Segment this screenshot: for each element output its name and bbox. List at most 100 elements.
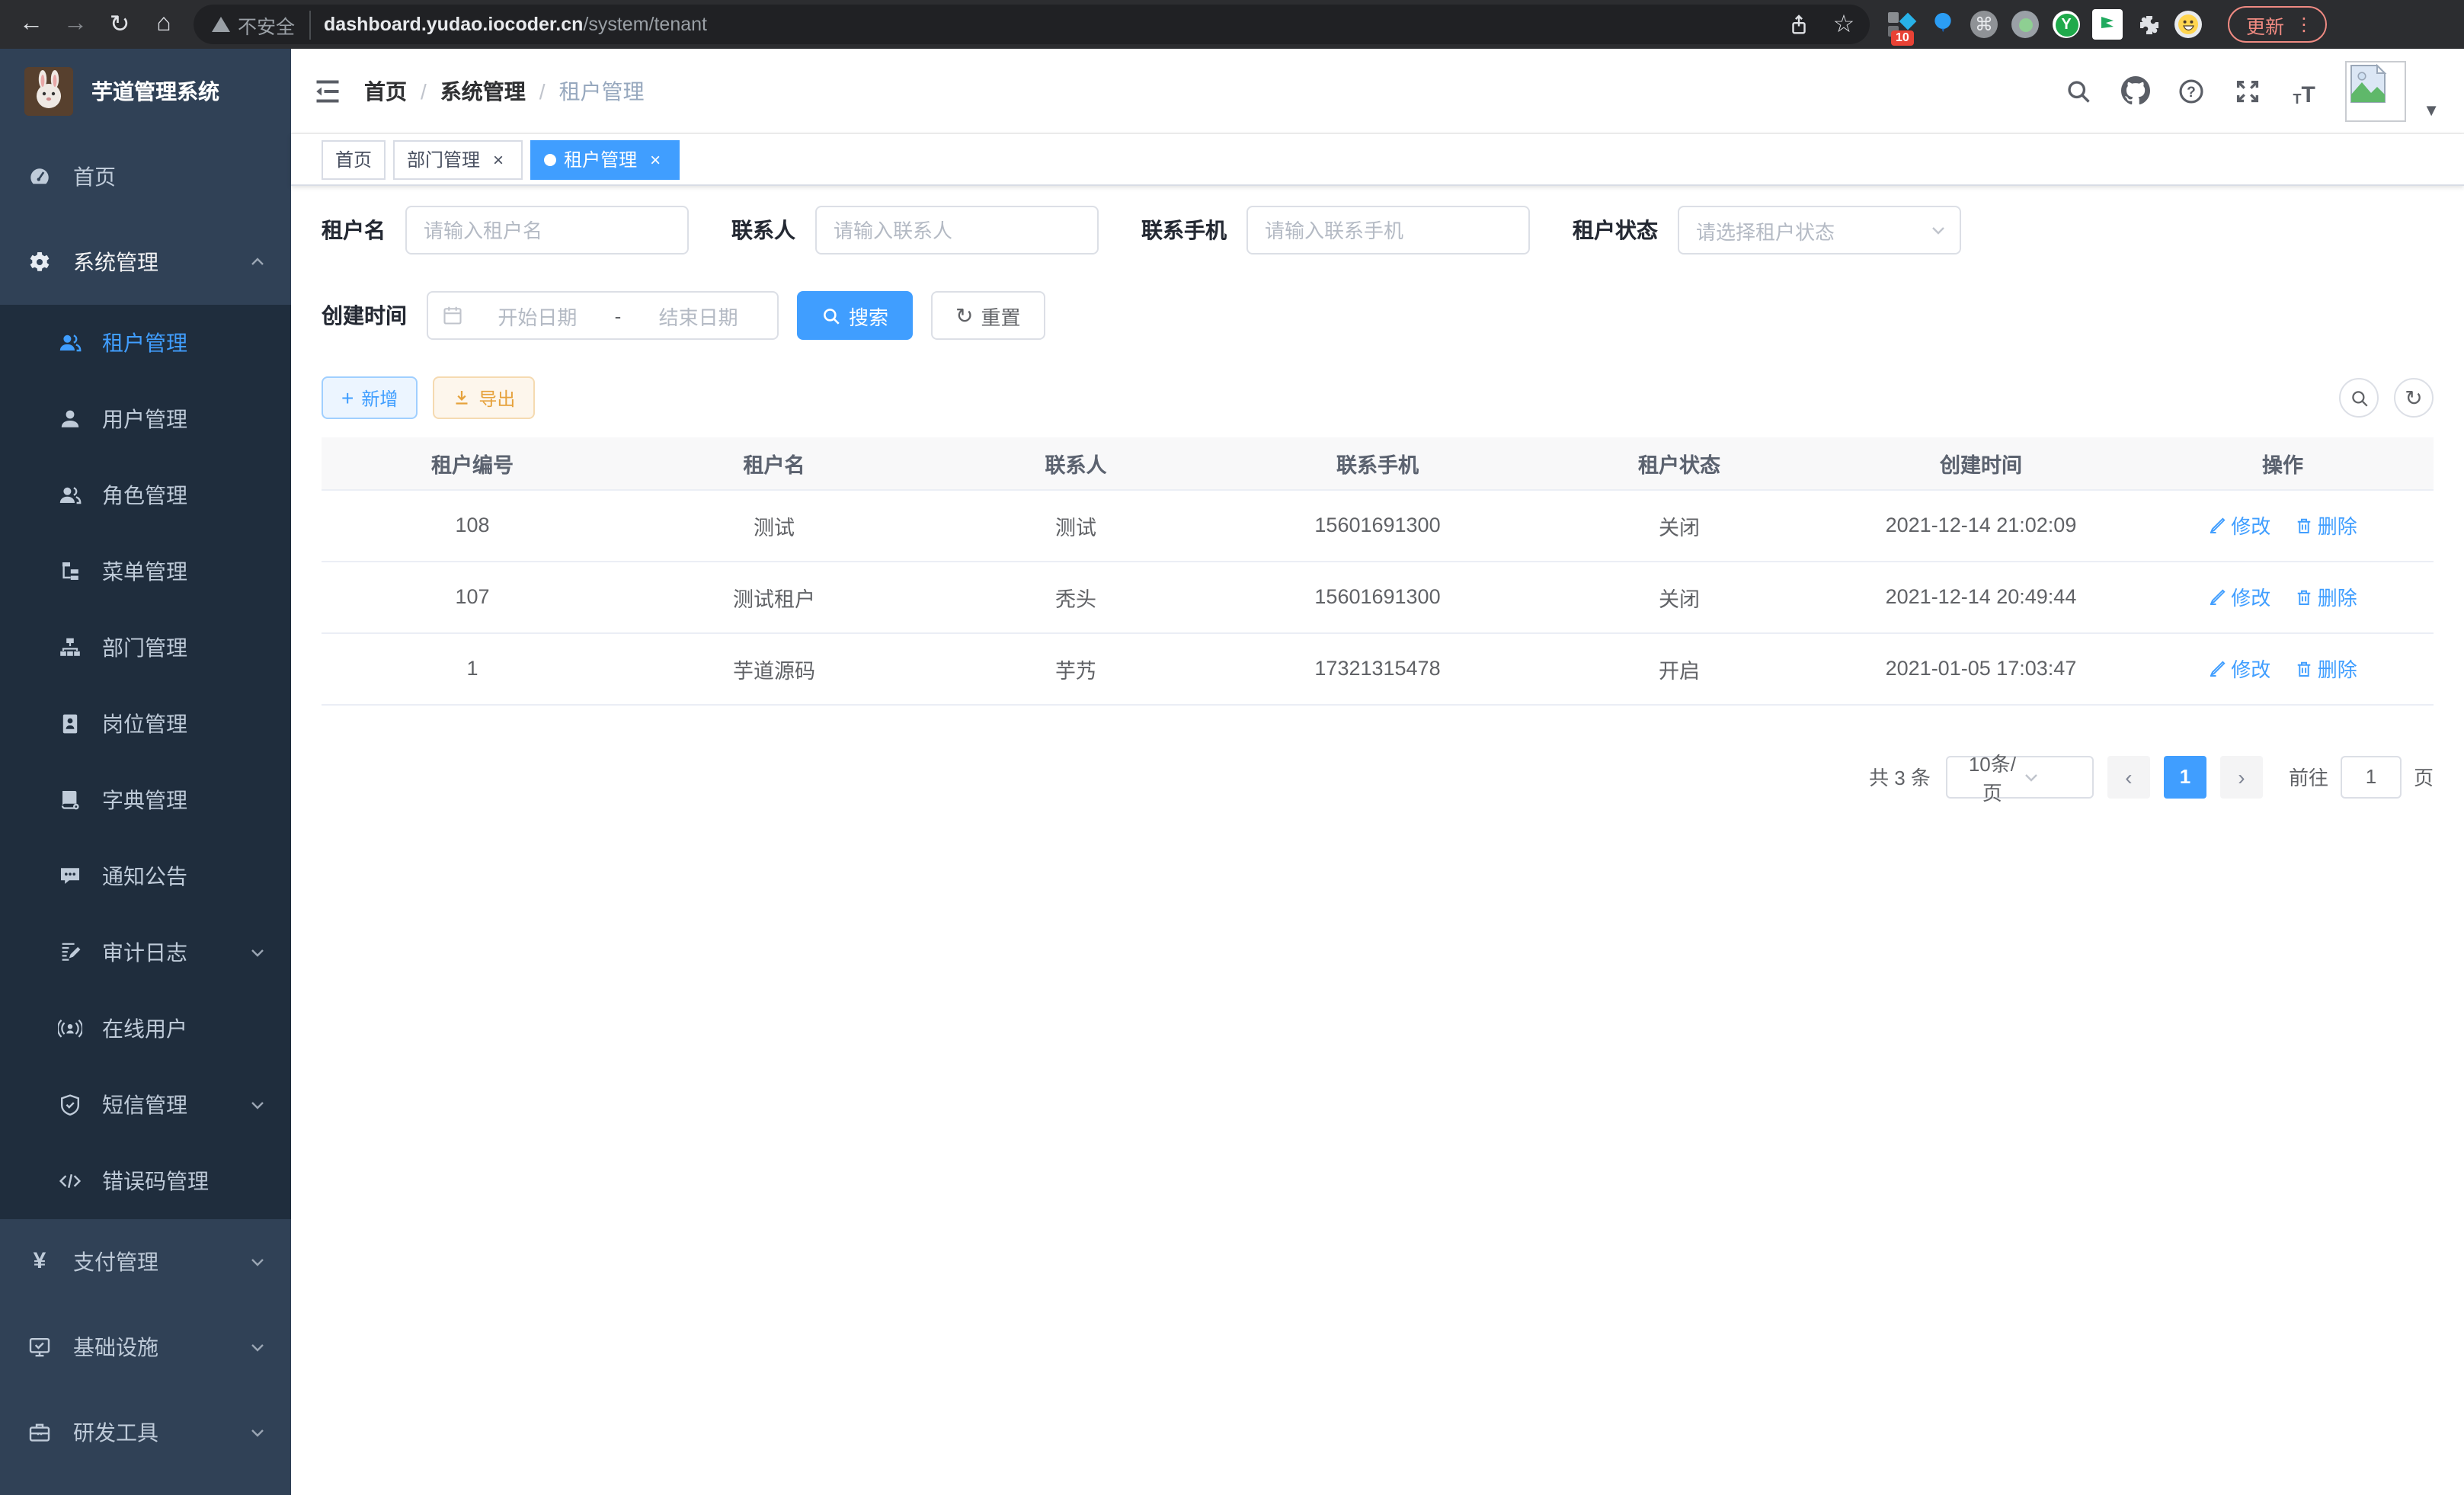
sidebar-item-notice[interactable]: 通知公告 [0,838,291,914]
home-icon[interactable]: ⌂ [142,3,186,46]
tenant-table: 租户编号 租户名 联系人 联系手机 租户状态 创建时间 操作 108 测试 [322,437,2434,705]
chrome-update-button[interactable]: 更新 ⋮ [2228,6,2327,43]
delete-link[interactable]: 删除 [2295,511,2357,539]
trash-icon [2295,587,2313,606]
bookmark-star-icon[interactable]: ☆ [1824,3,1864,46]
help-icon[interactable]: ? [2176,75,2206,106]
sidebar-item-sms[interactable]: 短信管理 [0,1067,291,1143]
table-header-row: 租户编号 租户名 联系人 联系手机 租户状态 创建时间 操作 [322,437,2434,489]
page-size-select[interactable]: 10条/页 [1946,755,2094,798]
browser-window: ← → ↻ ⌂ 不安全 dashboard.yudao.iocoder.cn/s… [0,0,2464,1495]
tab-manager-extension-icon[interactable]: 10 [1886,9,1917,40]
refresh-icon: ↻ [2405,387,2422,408]
edit-link[interactable]: 修改 [2208,582,2270,611]
sidebar-item-dict[interactable]: 字典管理 [0,762,291,838]
goto-label: 前往 [2289,762,2328,791]
reload-icon[interactable]: ↻ [98,3,142,46]
org-chart-icon [58,635,82,660]
browser-menu-icon[interactable]: ⋮ [2295,15,2313,34]
avatar-dropdown-caret-icon[interactable]: ▼ [2423,101,2440,120]
sidebar-item-dev-tools[interactable]: 研发工具 [0,1390,291,1475]
extension-badge: 10 [1891,30,1914,46]
col-phone: 联系手机 [1227,437,1528,489]
yen-icon: ¥ [27,1250,52,1274]
tenant-page: 租户名 联系人 联系手机 租户状态 请选择租户状态 [291,186,2464,1495]
export-button[interactable]: 导出 [433,376,535,419]
sidebar-item-role[interactable]: 角色管理 [0,457,291,533]
address-bar[interactable]: 不安全 dashboard.yudao.iocoder.cn/system/te… [194,5,1870,44]
forward-icon[interactable]: → [53,3,98,46]
sidebar-item-tenant[interactable]: 租户管理 [0,305,291,381]
page-1-button[interactable]: 1 [2164,755,2206,798]
sidebar-item-home[interactable]: 首页 [0,134,291,219]
balloon-extension-icon[interactable] [1928,9,1958,40]
col-actions: 操作 [2132,437,2434,489]
url-text: dashboard.yudao.iocoder.cn/system/tenant [324,14,707,35]
breadcrumb-home[interactable]: 首页 [364,75,407,106]
search-button[interactable]: 搜索 [797,291,913,340]
edit-link[interactable]: 修改 [2208,511,2270,539]
sidebar-item-menu[interactable]: 菜单管理 [0,533,291,610]
puzzle-extensions-icon[interactable] [2133,9,2164,40]
sidebar-item-post[interactable]: 岗位管理 [0,686,291,762]
sidebar-item-online-user[interactable]: 在线用户 [0,991,291,1067]
next-page-button[interactable]: › [2220,755,2263,798]
sidebar-item-infra[interactable]: 基础设施 [0,1305,291,1390]
github-icon[interactable] [2120,75,2150,106]
goto-page-input[interactable] [2341,755,2402,798]
font-size-icon[interactable]: TT [2289,75,2319,106]
message-icon [58,864,82,888]
tenant-name-input[interactable] [405,206,689,255]
table-row: 107 测试租户 秃头 15601691300 关闭 2021-12-14 20… [322,561,2434,632]
sidebar-collapse-icon[interactable] [291,49,364,133]
sidebar-item-audit-log[interactable]: 审计日志 [0,914,291,991]
contact-input[interactable] [815,206,1099,255]
sidebar-item-system[interactable]: 系统管理 [0,219,291,305]
flag-extension-icon[interactable] [2092,9,2123,40]
create-time-range-picker[interactable]: 开始日期 - 结束日期 [427,291,779,340]
phone-input[interactable] [1246,206,1530,255]
show-search-toggle-button[interactable] [2339,378,2379,418]
tab-home[interactable]: 首页 [322,139,386,179]
fullscreen-icon[interactable] [2232,75,2263,106]
chevron-down-icon [248,1253,267,1271]
shield-check-icon [58,1093,82,1117]
yudao-extension-icon[interactable]: Y [2051,9,2082,40]
warning-icon [212,17,230,32]
close-icon[interactable]: × [488,149,509,170]
close-icon[interactable]: × [645,149,666,170]
profile-avatar-icon[interactable] [2174,11,2202,38]
tab-dept[interactable]: 部门管理 × [393,139,523,179]
recorder-extension-icon[interactable] [2010,9,2040,40]
header-search-icon[interactable] [2063,75,2094,106]
top-navbar: 首页 / 系统管理 / 租户管理 ? [291,49,2464,134]
delete-link[interactable]: 删除 [2295,582,2357,611]
app-logo-row[interactable]: 芋道管理系统 [0,49,291,134]
status-select[interactable]: 请选择租户状态 [1678,206,1961,255]
tags-view: 首页 部门管理 × 租户管理 × [291,134,2464,186]
monitor-icon [27,1335,52,1359]
sidebar-item-user[interactable]: 用户管理 [0,381,291,457]
phone-label: 联系手机 [1141,215,1227,245]
reset-button[interactable]: ↻ 重置 [931,291,1045,340]
share-icon[interactable] [1778,3,1818,46]
back-icon[interactable]: ← [9,3,53,46]
site-security-chip[interactable]: 不安全 [212,10,310,39]
status-text: 关闭 [1528,489,1830,561]
user-avatar[interactable] [2345,60,2406,121]
sidebar-item-error-code[interactable]: 错误码管理 [0,1143,291,1219]
command-extension-icon[interactable]: ⌘ [1969,9,1999,40]
table-row: 108 测试 测试 15601691300 关闭 2021-12-14 21:0… [322,489,2434,561]
prev-page-button[interactable]: ‹ [2107,755,2150,798]
log-edit-icon [58,940,82,965]
broken-image-icon [2348,63,2388,103]
sidebar-item-pay[interactable]: ¥ 支付管理 [0,1219,291,1305]
breadcrumb-system[interactable]: 系统管理 [440,75,526,106]
sidebar-item-dept[interactable]: 部门管理 [0,610,291,686]
refresh-table-button[interactable]: ↻ [2394,378,2434,418]
pagination: 共 3 条 10条/页 ‹ 1 › 前往 页 [322,755,2434,798]
edit-link[interactable]: 修改 [2208,654,2270,683]
tab-tenant[interactable]: 租户管理 × [530,139,680,179]
delete-link[interactable]: 删除 [2295,654,2357,683]
add-button[interactable]: + 新增 [322,376,418,419]
